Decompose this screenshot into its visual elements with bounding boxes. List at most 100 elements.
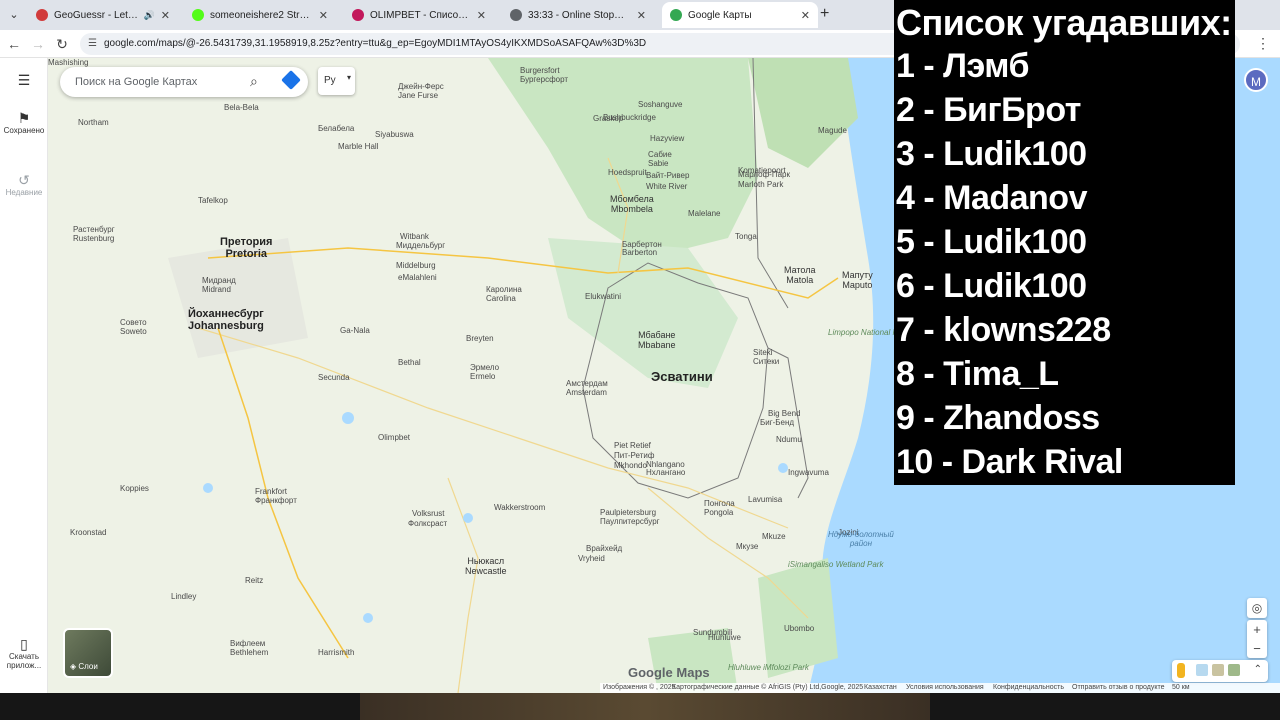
place-label[interactable]: Jane Furse — [398, 91, 438, 100]
place-label[interactable]: Lavumisa — [748, 495, 782, 504]
place-label[interactable]: Elukwatini — [585, 292, 621, 301]
place-label[interactable]: Breyten — [466, 334, 494, 343]
place-label[interactable]: Вайт-Ривер — [646, 171, 689, 180]
thumbnail-1[interactable] — [1196, 664, 1208, 676]
place-label[interactable]: Ga-Nala — [340, 326, 370, 335]
chevron-up-icon[interactable]: ⌃ — [1254, 664, 1262, 675]
city-soweto[interactable]: Совето Soweto — [120, 318, 147, 336]
place-label[interactable]: Mkuze — [762, 532, 786, 541]
place-label[interactable]: Magude — [818, 126, 847, 135]
browser-tab[interactable]: someoneishere2 Stream - Watc ✕ — [184, 2, 336, 28]
place-label[interactable]: Reitz — [245, 576, 263, 585]
place-label[interactable]: Миддельбург — [396, 241, 445, 250]
place-label[interactable]: Hazyview — [650, 134, 684, 143]
place-label[interactable]: Hoedspruit — [608, 168, 647, 177]
place-label[interactable]: Bethlehem — [230, 648, 268, 657]
saved-button[interactable]: ⚑ Сохранено — [0, 111, 48, 135]
place-label[interactable]: Amsterdam — [566, 388, 607, 397]
footer-country[interactable]: Казахстан — [864, 684, 897, 691]
place-label[interactable]: Джейн-Ферс — [398, 82, 444, 91]
city-mbabane[interactable]: Мбабане Mbabane — [638, 330, 676, 350]
place-label[interactable]: Witbank — [400, 232, 429, 241]
search-icon[interactable]: ⌕ — [250, 73, 258, 90]
place-label[interactable]: Pongola — [704, 508, 733, 517]
place-label[interactable]: Piet Retief — [614, 441, 651, 450]
address-url[interactable]: google.com/maps/@-26.5431739,31.1958919,… — [104, 38, 646, 49]
place-label[interactable]: Kroonstad — [70, 528, 106, 537]
footer-terms[interactable]: Условия использования — [906, 684, 984, 691]
city-midrand[interactable]: Мидранд Midrand — [202, 276, 236, 294]
thumbnail-3[interactable] — [1228, 664, 1240, 676]
place-label[interactable]: Мкузе — [736, 542, 758, 551]
place-label[interactable]: Volksrust — [412, 509, 444, 518]
place-label[interactable]: Vryheid — [578, 554, 605, 563]
place-label[interactable]: Northam — [78, 118, 109, 127]
search-input[interactable]: Поиск на Google Картах — [75, 76, 197, 88]
place-label[interactable]: Tafelkop — [198, 196, 228, 205]
place-label[interactable]: Паулпитерсбург — [600, 517, 660, 526]
place-label[interactable]: Бургерсфорт — [520, 75, 568, 84]
place-label[interactable]: Эрмело — [470, 363, 499, 372]
language-button[interactable]: Ру ▾ — [318, 67, 355, 95]
place-label[interactable]: Bushbuckridge — [603, 113, 656, 122]
place-label[interactable]: Carolina — [486, 294, 516, 303]
place-label[interactable]: Frankfort — [255, 487, 287, 496]
city-matola[interactable]: Матола Matola — [784, 265, 816, 285]
tab-search-icon[interactable]: ⌄ — [4, 4, 24, 24]
place-label[interactable]: Вифлеем — [230, 639, 265, 648]
place-label[interactable]: Bethal — [398, 358, 421, 367]
back-icon[interactable]: ← — [4, 34, 24, 54]
place-label[interactable]: Sundumbili — [693, 628, 733, 637]
menu-icon[interactable]: ☰ — [0, 73, 48, 88]
place-label[interactable]: Биг-Бенд — [760, 418, 794, 427]
browser-tab[interactable]: OLIMPBET - Список спортивн ✕ — [344, 2, 494, 28]
place-label[interactable]: Марлоф-Парк — [738, 170, 790, 179]
site-info-icon[interactable]: ☰ — [88, 38, 97, 49]
place-label[interactable]: Secunda — [318, 373, 350, 382]
city-newcastle[interactable]: Ньюкасл Newcastle — [465, 556, 507, 576]
place-label[interactable]: Marloth Park — [738, 180, 783, 189]
place-label[interactable]: eMalahleni — [398, 273, 437, 282]
place-label[interactable]: Paulpietersburg — [600, 508, 656, 517]
place-label[interactable]: Marble Hall — [338, 142, 378, 151]
my-location-icon[interactable]: ◎ — [1247, 598, 1267, 618]
place-label[interactable]: Понгола — [704, 499, 735, 508]
close-tab-icon[interactable]: ✕ — [477, 9, 486, 22]
city-rustenburg[interactable]: Растенбург Rustenburg — [73, 225, 115, 243]
place-label[interactable]: Wakkerstroom — [494, 503, 545, 512]
place-label[interactable]: Olimpbet — [378, 433, 410, 442]
footer-scale[interactable]: 50 км — [1172, 684, 1190, 691]
close-tab-icon[interactable]: ✕ — [161, 9, 170, 22]
place-label[interactable]: Пит-Ретиф — [614, 451, 654, 460]
pegman-icon[interactable] — [1177, 663, 1185, 678]
audio-icon[interactable]: 🔊 — [144, 10, 155, 21]
place-label[interactable]: Soshanguve — [638, 100, 682, 109]
avatar[interactable]: M — [1244, 68, 1268, 92]
thumbnail-2[interactable] — [1212, 664, 1224, 676]
place-label[interactable]: Ndumu — [776, 435, 802, 444]
footer-feedback[interactable]: Отправить отзыв о продукте — [1072, 684, 1165, 691]
city-mbombela[interactable]: Мбомбела Mbombela — [610, 194, 654, 214]
place-label[interactable]: Bela-Bela — [224, 103, 259, 112]
browser-tab[interactable]: GeoGuessr - Let's explore th 🔊 ✕ — [28, 2, 178, 28]
place-label[interactable]: Sabie — [648, 159, 668, 168]
search-box[interactable]: Поиск на Google Картах ⌕ — [60, 67, 308, 97]
download-app-button[interactable]: ▯ Скачать прилож... — [0, 637, 48, 670]
close-tab-icon[interactable]: ✕ — [801, 9, 810, 22]
place-label[interactable]: Сабие — [648, 150, 672, 159]
browser-tab[interactable]: Google Карты ✕ — [662, 2, 818, 28]
place-label[interactable]: Malelane — [688, 209, 720, 218]
city-maputo[interactable]: Мапуту Maputo — [842, 270, 873, 290]
reload-icon[interactable]: ↻ — [52, 34, 72, 54]
place-label[interactable]: Ingwavuma — [788, 468, 829, 477]
zoom-out-button[interactable]: − — [1247, 639, 1267, 658]
place-label[interactable]: Siteki — [753, 348, 773, 357]
place-label[interactable]: Каролина — [486, 285, 522, 294]
recent-button[interactable]: ↺ Недавние — [0, 173, 48, 197]
place-label[interactable]: White River — [646, 182, 687, 191]
zoom-in-button[interactable]: + — [1247, 620, 1267, 639]
place-label[interactable]: Siyabuswa — [375, 130, 414, 139]
forward-icon[interactable]: → — [28, 34, 48, 54]
place-label[interactable]: Burgersfort — [520, 66, 560, 75]
place-label[interactable]: Tonga — [735, 232, 757, 241]
